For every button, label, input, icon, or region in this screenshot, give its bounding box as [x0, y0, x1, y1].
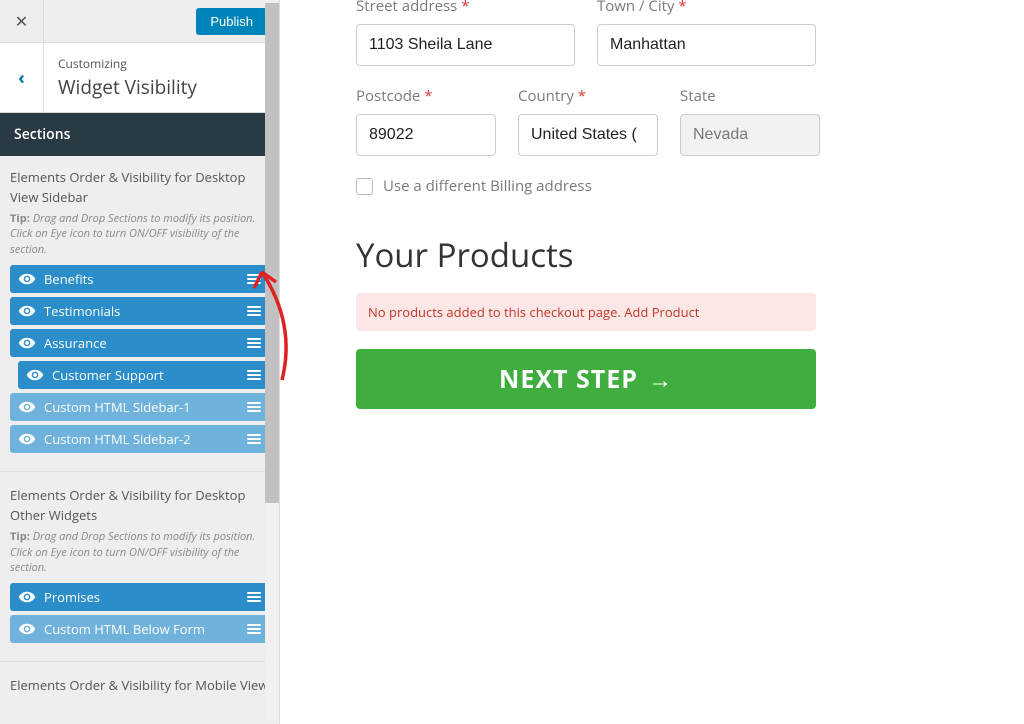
publish-button[interactable]: Publish — [196, 8, 267, 35]
eye-icon[interactable] — [10, 430, 44, 448]
country-label: Country * — [518, 86, 658, 106]
section-label: Assurance — [44, 334, 239, 352]
section-label: Testimonials — [44, 302, 239, 320]
diff-billing-row[interactable]: Use a different Billing address — [356, 176, 816, 196]
section-item[interactable]: Assurance — [10, 329, 269, 357]
section-label: Benefits — [44, 270, 239, 288]
country-input[interactable] — [518, 114, 658, 156]
city-input[interactable] — [597, 24, 816, 66]
back-button[interactable]: ‹ — [0, 43, 44, 112]
section-item[interactable]: Custom HTML Below Form — [10, 615, 269, 643]
eye-icon[interactable] — [10, 398, 44, 416]
section-label: Custom HTML Below Form — [44, 620, 239, 638]
section-item[interactable]: Custom HTML Sidebar-2 — [10, 425, 269, 453]
section-label: Custom HTML Sidebar-1 — [44, 398, 239, 416]
eye-icon[interactable] — [10, 270, 44, 288]
chevron-left-icon: ‹ — [18, 66, 25, 90]
street-input[interactable] — [356, 24, 575, 66]
section-item[interactable]: Custom HTML Sidebar-1 — [10, 393, 269, 421]
section-item[interactable]: Customer Support — [18, 361, 269, 389]
group3-title: Elements Order & Visibility for Mobile V… — [10, 676, 269, 696]
eye-icon[interactable] — [18, 366, 52, 384]
section-label: Promises — [44, 588, 239, 606]
sections-header: Sections — [0, 113, 279, 156]
section-item[interactable]: Testimonials — [10, 297, 269, 325]
close-icon: ✕ — [15, 10, 28, 32]
section-label: Custom HTML Sidebar-2 — [44, 430, 239, 448]
scrollbar-thumb[interactable] — [265, 3, 279, 503]
group2-title: Elements Order & Visibility for Desktop … — [10, 486, 269, 525]
next-step-button[interactable]: NEXT STEP→ — [356, 349, 816, 409]
arrow-right-icon: → — [648, 363, 673, 396]
panel-body: Elements Order & Visibility for Desktop … — [0, 156, 279, 696]
eye-icon[interactable] — [10, 302, 44, 320]
add-product-link[interactable]: Add Product — [624, 303, 699, 321]
section-label: Customer Support — [52, 366, 239, 384]
customizer-sidebar: ✕ Publish ‹ Customizing Widget Visibilit… — [0, 0, 280, 724]
breadcrumb: ‹ Customizing Widget Visibility — [0, 43, 279, 113]
topbar: ✕ Publish — [0, 0, 279, 43]
section-item[interactable]: Promises — [10, 583, 269, 611]
products-heading: Your Products — [356, 232, 816, 277]
postcode-label: Postcode * — [356, 86, 496, 106]
group2-tip: Tip: Drag and Drop Sections to modify it… — [10, 529, 269, 575]
breadcrumb-sub: Customizing — [58, 55, 197, 72]
checkout-form: Street address * Town / City * Postcode … — [356, 0, 816, 409]
city-label: Town / City * — [597, 0, 816, 16]
divider — [0, 471, 279, 472]
state-input[interactable] — [680, 114, 820, 156]
postcode-input[interactable] — [356, 114, 496, 156]
close-button[interactable]: ✕ — [0, 0, 44, 43]
preview-pane: Street address * Town / City * Postcode … — [280, 0, 1024, 724]
checkbox-icon[interactable] — [356, 178, 373, 195]
breadcrumb-title: Widget Visibility — [58, 74, 197, 100]
eye-icon[interactable] — [10, 334, 44, 352]
group1-tip: Tip: Drag and Drop Sections to modify it… — [10, 211, 269, 257]
eye-icon[interactable] — [10, 620, 44, 638]
diff-billing-label: Use a different Billing address — [383, 176, 592, 196]
no-products-alert: No products added to this checkout page.… — [356, 293, 816, 331]
divider — [0, 661, 279, 662]
street-label: Street address * — [356, 0, 575, 16]
state-label: State — [680, 86, 820, 106]
section-item[interactable]: Benefits — [10, 265, 269, 293]
group1-title: Elements Order & Visibility for Desktop … — [10, 168, 269, 207]
eye-icon[interactable] — [10, 588, 44, 606]
